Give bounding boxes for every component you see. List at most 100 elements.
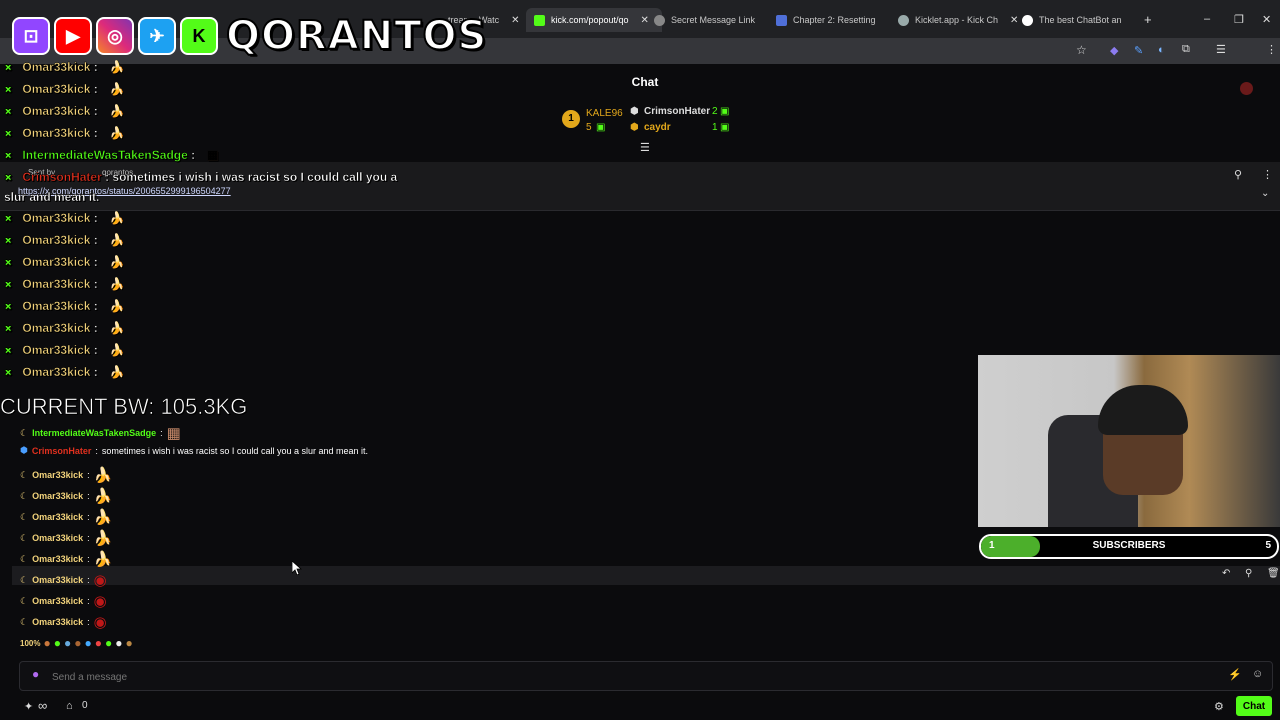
chat-message[interactable]: ☾ Omar33kick: 🍌: [20, 487, 112, 505]
chat-username[interactable]: Omar33kick: [32, 617, 83, 627]
extensions-puzzle-icon[interactable]: ⧉: [1182, 43, 1190, 56]
chat-message[interactable]: ☾ IntermediateWasTakenSadge: ▦: [20, 424, 181, 442]
emote-100-icon[interactable]: 100%: [20, 639, 40, 648]
chat-username[interactable]: Omar33kick: [32, 596, 83, 606]
overlay-chat-line: ✖ Omar33kick : 🍌: [4, 343, 125, 357]
restore-button[interactable]: ❐: [1234, 13, 1244, 26]
emote-icon[interactable]: ●: [64, 636, 71, 650]
microphone-icon[interactable]: ●: [32, 667, 39, 681]
chat-username[interactable]: Omar33kick: [32, 554, 83, 564]
menu-kebab-icon[interactable]: ⋮: [1266, 43, 1277, 56]
overlay-username: Omar33kick: [22, 104, 91, 118]
emote-icon[interactable]: ●: [125, 636, 132, 650]
chat-message[interactable]: ☾ Omar33kick: 🍌: [20, 508, 112, 526]
pin-icon[interactable]: ⚲: [1245, 568, 1252, 579]
subscriber-goal-bar: 1 SUBSCRIBERS 5: [979, 534, 1279, 559]
emote-icon[interactable]: ●: [74, 636, 81, 650]
leaderboard-value: 1: [712, 122, 718, 133]
overlay-chat-line: ✖ Omar33kick : 🍌: [4, 126, 125, 140]
chat-username[interactable]: Omar33kick: [32, 533, 83, 543]
overlay-message-text: :: [90, 233, 98, 247]
emote-icon[interactable]: ●: [54, 636, 61, 650]
gear-icon[interactable]: ⚙: [1214, 700, 1224, 713]
chevron-down-icon[interactable]: ⌄: [1261, 188, 1269, 199]
overlay-message-text: :: [90, 321, 98, 335]
chat-message[interactable]: ☾ Omar33kick: ◉: [20, 613, 107, 631]
overlay-chat-line: ✖ Omar33kick : 🍌: [4, 321, 125, 335]
infinity-icon[interactable]: ∞: [38, 698, 47, 713]
user-badge-icon: ☾: [20, 469, 29, 480]
pin-icon[interactable]: ⚲: [1234, 168, 1242, 181]
overlay-username: Omar33kick: [22, 126, 91, 140]
delete-icon[interactable]: 🗑: [1267, 568, 1280, 579]
overlay-username: IntermediateWasTakenSadge: [22, 148, 188, 162]
chat-separator: :: [87, 554, 90, 564]
emote-icon[interactable]: ●: [43, 636, 50, 650]
red-bowl-emote-icon: ◉: [93, 572, 107, 589]
extension-icon[interactable]: ◐: [1158, 44, 1165, 56]
chat-message[interactable]: ☾ Omar33kick: ◉: [20, 571, 107, 589]
store-icon[interactable]: ⌂: [66, 700, 73, 712]
extension-icon[interactable]: ✎: [1134, 44, 1143, 57]
chat-input-box[interactable]: ● ⚡ ☺: [19, 661, 1273, 691]
send-chat-button[interactable]: Chat: [1236, 696, 1272, 716]
chat-message-input[interactable]: [50, 667, 1214, 687]
banana-emote-icon: 🍌: [93, 488, 113, 505]
reply-icon[interactable]: ↶: [1222, 568, 1230, 579]
emote-icon[interactable]: ●: [95, 636, 102, 650]
emote-icon[interactable]: ●: [84, 636, 91, 650]
overlay-username: Omar33kick: [22, 277, 91, 291]
tab-label: Kicklet.app - Kick Ch: [915, 15, 999, 25]
close-window-button[interactable]: ✕: [1262, 13, 1271, 26]
chat-message[interactable]: ☾ Omar33kick: ◉: [20, 592, 107, 610]
minimize-button[interactable]: –: [1204, 13, 1210, 25]
expand-leaderboard-icon[interactable]: ☰: [640, 141, 650, 154]
browser-tab[interactable]: Kicklet.app - Kick Ch ✕: [898, 8, 1020, 32]
browser-tab[interactable]: Secret Message Link✕: [654, 8, 766, 32]
leaderboard-value: 5: [586, 122, 592, 133]
points-count: 0: [82, 700, 88, 711]
drop-icon[interactable]: ✦: [24, 700, 33, 713]
browser-tab[interactable]: The best ChatBot an✕: [1022, 8, 1134, 32]
command-icon[interactable]: ⚡: [1228, 668, 1242, 681]
leaderboard-value: 2: [712, 106, 718, 117]
emote-icon[interactable]: ●: [115, 636, 122, 650]
overlay-message-text: :: [90, 82, 98, 96]
current-bw-text: CURRENT BW: 105.3KG: [0, 394, 248, 420]
close-icon[interactable]: ✕: [641, 15, 649, 26]
red-bowl-emote-icon: ◉: [93, 614, 107, 631]
chat-username[interactable]: IntermediateWasTakenSadge: [32, 428, 156, 438]
overlay-message-text: :: [90, 299, 98, 313]
reading-list-icon[interactable]: ☰: [1216, 43, 1226, 56]
youtube-icon: ▶: [54, 17, 92, 55]
overlay-message-text: : sometimes i wish i was racist so I cou…: [101, 170, 398, 184]
kick-badge-icon: ✖: [4, 280, 13, 291]
overlay-chat-line: ✖slur and mean it.: [4, 190, 100, 204]
new-tab-button[interactable]: +: [1144, 12, 1152, 27]
emote-icon[interactable]: ●: [105, 636, 112, 650]
close-icon[interactable]: ✕: [511, 15, 519, 26]
chat-message[interactable]: ☾ Omar33kick: 🍌: [20, 466, 112, 484]
chat-username[interactable]: Omar33kick: [32, 491, 83, 501]
chat-username[interactable]: Omar33kick: [32, 575, 83, 585]
extension-icon[interactable]: ◆: [1110, 44, 1118, 57]
close-icon[interactable]: ✕: [1010, 15, 1018, 26]
leaderboard-name[interactable]: CrimsonHater: [644, 106, 710, 117]
document-icon: [776, 14, 787, 26]
emoji-icon[interactable]: ☺: [1252, 668, 1263, 680]
chat-message[interactable]: ☾ Omar33kick: 🍌: [20, 529, 112, 547]
browser-tab[interactable]: Chapter 2: Resetting✕: [776, 8, 888, 32]
chat-username[interactable]: Omar33kick: [32, 470, 83, 480]
leaderboard-name[interactable]: KALE96: [586, 108, 623, 119]
leaderboard-name[interactable]: caydr: [644, 122, 671, 133]
chat-username[interactable]: CrimsonHater: [32, 446, 92, 456]
emote-bar: 100% ● ● ● ● ● ● ● ● ●: [20, 636, 133, 650]
chat-username[interactable]: Omar33kick: [32, 512, 83, 522]
more-options-icon[interactable]: ⋮: [1262, 168, 1273, 181]
chat-message[interactable]: ☾ Omar33kick: 🍌: [20, 550, 112, 568]
stream-logo: ⊡ ▶ ◎ ✈ K QORANTOS: [12, 8, 487, 64]
chat-separator: :: [87, 575, 90, 585]
browser-tab-active[interactable]: kick.com/popout/qo ✕: [526, 8, 662, 32]
chat-message[interactable]: ⬢ CrimsonHater: sometimes i wish i was rac…: [20, 445, 368, 456]
bookmark-star-icon[interactable]: ☆: [1076, 43, 1087, 57]
